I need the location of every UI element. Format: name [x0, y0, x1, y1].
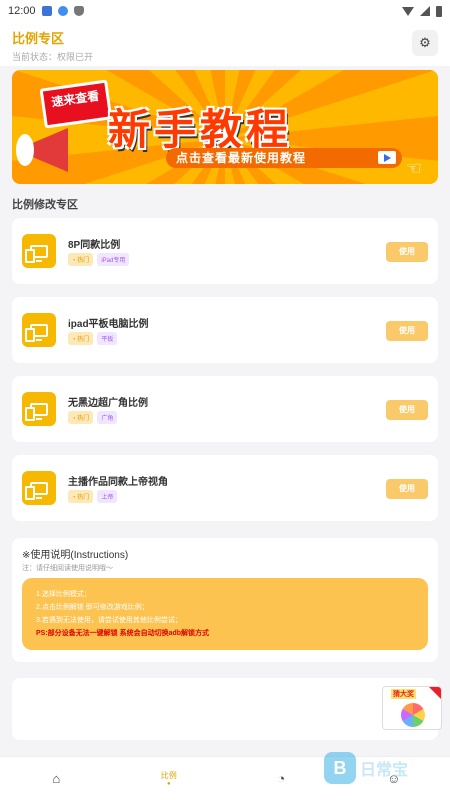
instruction-step: 1.选择比例模式； — [36, 591, 91, 598]
ratio-card[interactable]: 主播作品同款上帝视角 热门 上帝 使用 — [12, 455, 438, 521]
status-subtitle: 当前状态：权限已开 — [12, 52, 94, 62]
settings-button[interactable]: ⚙ — [412, 30, 438, 56]
monitor-icon — [22, 471, 56, 505]
ratio-card[interactable]: 8P同款比例 热门 iPad专用 使用 — [12, 218, 438, 284]
watermark-logo: B — [324, 752, 356, 784]
status-bar: 12:00 — [0, 0, 450, 22]
instruction-step: 2.点击比例解锁 即可修改游戏比例； — [36, 604, 149, 611]
monitor-icon — [22, 392, 56, 426]
megaphone-mouth — [16, 134, 34, 166]
hot-tag: 热门 — [68, 490, 94, 503]
watermark-text: 日常宝 — [360, 762, 409, 779]
monitor-icon — [22, 234, 56, 268]
section-title: 比例修改专区 — [12, 199, 78, 211]
card-title: 无黑边超广角比例 — [68, 398, 148, 409]
page-header: 比例专区 当前状态：权限已开 ⚙ — [0, 22, 450, 66]
shield-icon — [73, 6, 84, 16]
use-button[interactable]: 使用 — [386, 400, 428, 420]
category-tag: iPad专用 — [97, 253, 130, 266]
page-title: 比例专区 — [12, 31, 65, 46]
ratio-card[interactable]: 无黑边超广角比例 热门 广角 使用 — [12, 376, 438, 442]
battery-icon — [436, 5, 442, 17]
ad-label: 猜大奖 — [391, 689, 416, 699]
category-tag: 上帝 — [97, 490, 118, 503]
image-notification-icon — [41, 6, 52, 16]
status-time: 12:00 — [8, 5, 36, 17]
tab-home[interactable]: ⌂ — [0, 757, 113, 800]
card-title: 8P同款比例 — [68, 240, 121, 251]
use-button[interactable]: 使用 — [386, 479, 428, 499]
card-title: ipad平板电脑比例 — [68, 319, 149, 330]
instructions-steps: 1.选择比例模式； 2.点击比例解锁 即可修改游戏比例； 3.若遇到无法使用，请… — [22, 578, 428, 650]
category-tag: 广角 — [97, 411, 118, 424]
wifi-icon — [402, 6, 414, 16]
watermark: B 日常宝 — [324, 752, 408, 784]
tab-tools[interactable]: ◔ — [225, 757, 338, 800]
app-notification-icon — [57, 6, 68, 16]
tutorial-banner[interactable]: 速来查看 新手教程 点击查看最新使用教程 ☜ — [12, 70, 438, 184]
play-icon — [378, 151, 396, 164]
hot-tag: 热门 — [68, 411, 94, 424]
instruction-ps: PS:部分设备无法一键解锁 系统会自动切换adb解锁方式 — [36, 630, 210, 637]
instructions-note: 注：请仔细阅读使用说明哦～ — [22, 565, 113, 572]
active-dot: ● — [166, 781, 171, 787]
hot-tag: 热门 — [68, 253, 94, 266]
banner-subtitle: 点击查看最新使用教程 — [176, 151, 307, 165]
tab-ratio[interactable]: 比例 ● — [113, 757, 226, 800]
home-icon: ⌂ — [52, 771, 61, 786]
gear-icon: ⚙ — [419, 35, 431, 50]
signal-icon — [420, 6, 430, 16]
prize-wheel-icon — [401, 703, 425, 727]
instructions-panel: ※使用说明(Instructions) 注：请仔细阅读使用说明哦～ 1.选择比例… — [12, 538, 438, 662]
use-button[interactable]: 使用 — [386, 242, 428, 262]
hot-tag: 热门 — [68, 332, 94, 345]
ad-ribbon — [429, 687, 441, 699]
card-title: 主播作品同款上帝视角 — [68, 477, 168, 488]
instructions-title: ※使用说明(Instructions) — [22, 550, 129, 561]
banner-subtitle-pill: 点击查看最新使用教程 — [166, 148, 402, 168]
gauge-icon: ◔ — [277, 771, 286, 786]
ad-placeholder-card — [12, 678, 438, 740]
tab-ratio-label: 比例 — [160, 771, 177, 780]
floating-ad[interactable]: 猜大奖 — [382, 686, 442, 730]
monitor-icon — [22, 313, 56, 347]
pointing-hand-icon: ☜ — [405, 158, 422, 178]
use-button[interactable]: 使用 — [386, 321, 428, 341]
ratio-card[interactable]: ipad平板电脑比例 热门 平板 使用 — [12, 297, 438, 363]
category-tag: 平板 — [97, 332, 118, 345]
banner-badge: 速来查看 — [39, 79, 113, 129]
instruction-step: 3.若遇到无法使用，请尝试使用其他比例尝试； — [36, 617, 182, 624]
